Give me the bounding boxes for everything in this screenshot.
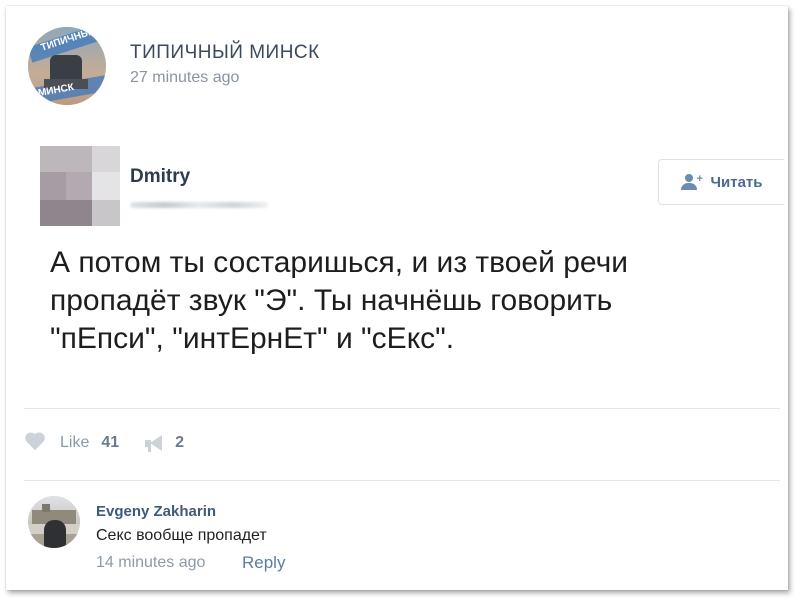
- reply-link[interactable]: Reply: [242, 553, 285, 573]
- author-avatar-pixelated[interactable]: [40, 146, 120, 226]
- follow-button-label: Читать: [710, 173, 763, 191]
- heart-icon[interactable]: [24, 433, 46, 453]
- divider: [24, 480, 780, 481]
- commenter-avatar[interactable]: [28, 496, 80, 548]
- post-line-1: А потом ты состаришься, и из твоей речи: [50, 246, 628, 279]
- megaphone-icon[interactable]: [145, 435, 165, 452]
- group-avatar[interactable]: ТИПИЧНЫ МИНСК: [28, 27, 106, 105]
- follow-button[interactable]: + Читать: [658, 159, 784, 205]
- user-plus-icon: +: [680, 174, 703, 190]
- post-line-3: "пЕпси", "интЕрнЕт" и "сЕкс".: [50, 322, 455, 355]
- comment-text: Секс вообще пропадет: [96, 527, 267, 544]
- divider: [24, 408, 780, 409]
- like-button[interactable]: Like: [60, 434, 89, 452]
- post-body: А потом ты состаришься, и из твоей речи …: [50, 244, 770, 358]
- group-name-link[interactable]: ТИПИЧНЫЙ МИНСК: [130, 42, 320, 64]
- post-card: ТИПИЧНЫ МИНСК ТИПИЧНЫЙ МИНСК 27 minutes …: [6, 6, 788, 590]
- author-name-link[interactable]: Dmitry: [130, 166, 190, 188]
- commenter-name-link[interactable]: Evgeny Zakharin: [96, 503, 216, 520]
- post-actions: Like 41 2: [24, 430, 184, 456]
- post-timestamp[interactable]: 27 minutes ago: [130, 69, 239, 87]
- share-count[interactable]: 2: [175, 434, 184, 452]
- blurred-subtitle: [130, 202, 268, 208]
- comment-timestamp[interactable]: 14 minutes ago: [96, 554, 205, 572]
- post-line-2: пропадёт звук "Э". Ты начнёшь говорить: [50, 284, 613, 317]
- like-count[interactable]: 41: [101, 434, 119, 452]
